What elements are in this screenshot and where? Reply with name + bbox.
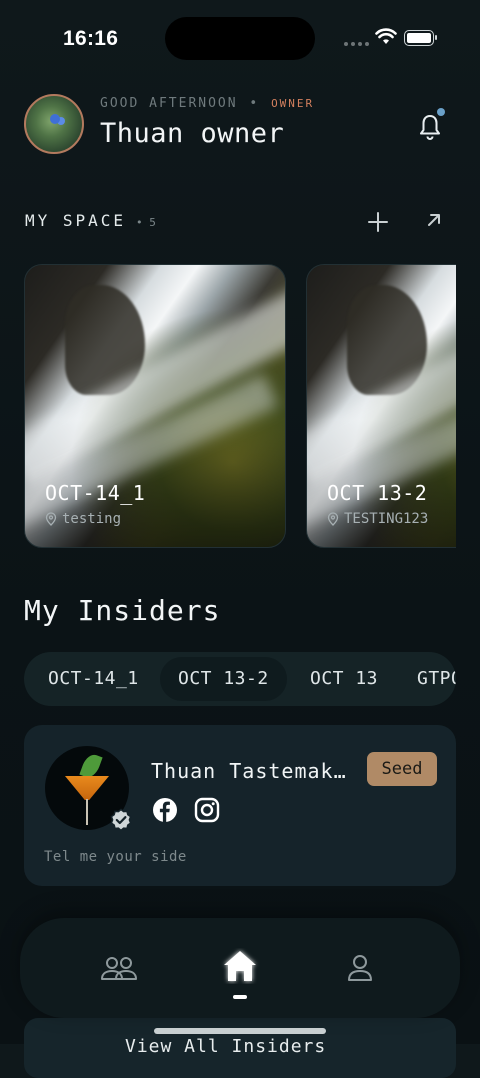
- greeting-separator: •: [249, 96, 260, 111]
- profile-icon[interactable]: [346, 954, 374, 982]
- arrow-up-right-icon[interactable]: [424, 210, 444, 230]
- space-card-title: OCT-14_1: [45, 481, 146, 505]
- add-icon[interactable]: [366, 210, 390, 234]
- insiders-title: My Insiders: [24, 594, 221, 627]
- insider-tabs[interactable]: OCT-14_1 OCT 13-2 OCT 13 GTPO: [24, 652, 456, 706]
- notification-dot: [437, 108, 445, 116]
- view-all-insiders-label: View All Insiders: [125, 1036, 327, 1057]
- space-card-location: testing: [45, 511, 121, 527]
- insider-name: Thuan Tastemak…: [151, 759, 347, 783]
- active-nav-indicator: [233, 995, 247, 999]
- instagram-icon[interactable]: [194, 797, 220, 823]
- home-icon[interactable]: [220, 948, 260, 984]
- bell-icon[interactable]: [417, 112, 443, 142]
- status-bar: 16:16: [0, 0, 480, 80]
- greeting-line: GOOD AFTERNOON • OWNER: [100, 96, 314, 111]
- insider-card[interactable]: Thuan Tastemak… Seed Tel me your side: [24, 725, 456, 886]
- insider-description: Tel me your side: [44, 849, 187, 865]
- avatar[interactable]: [24, 94, 84, 154]
- tab-oct-13-2[interactable]: OCT 13-2: [160, 657, 287, 701]
- space-carousel[interactable]: OCT-14_1 testing OCT 13-2 TESTING123: [24, 264, 456, 550]
- my-space-count: • 5: [136, 216, 156, 229]
- space-card-location: TESTING123: [327, 511, 428, 527]
- tab-oct-14-1[interactable]: OCT-14_1: [48, 652, 139, 706]
- greeting-text: GOOD AFTERNOON: [100, 96, 238, 111]
- people-icon[interactable]: [100, 954, 138, 982]
- space-card[interactable]: OCT 13-2 TESTING123: [306, 264, 456, 548]
- tab-oct-13[interactable]: OCT 13: [310, 652, 378, 706]
- verified-badge-icon: [110, 808, 132, 832]
- signal-icon: [344, 38, 370, 46]
- facebook-icon[interactable]: [152, 797, 178, 823]
- home-indicator: [154, 1028, 326, 1034]
- space-card-title: OCT 13-2: [327, 481, 428, 505]
- battery-icon: [404, 30, 437, 46]
- dynamic-island: [165, 17, 315, 60]
- wifi-icon: [375, 28, 397, 44]
- location-pin-icon: [327, 512, 339, 526]
- space-card[interactable]: OCT-14_1 testing: [24, 264, 286, 548]
- space-card-location-text: testing: [62, 511, 122, 527]
- tab-gtpo[interactable]: GTPO: [417, 652, 456, 706]
- status-time: 16:16: [63, 27, 119, 50]
- role-label: OWNER: [271, 97, 315, 110]
- my-space-title: MY SPACE: [25, 211, 127, 230]
- space-card-location-text: TESTING123: [344, 511, 429, 527]
- bottom-nav: [20, 918, 460, 1018]
- seed-badge: Seed: [367, 752, 437, 786]
- user-name: Thuan owner: [100, 118, 285, 149]
- location-pin-icon: [45, 512, 57, 526]
